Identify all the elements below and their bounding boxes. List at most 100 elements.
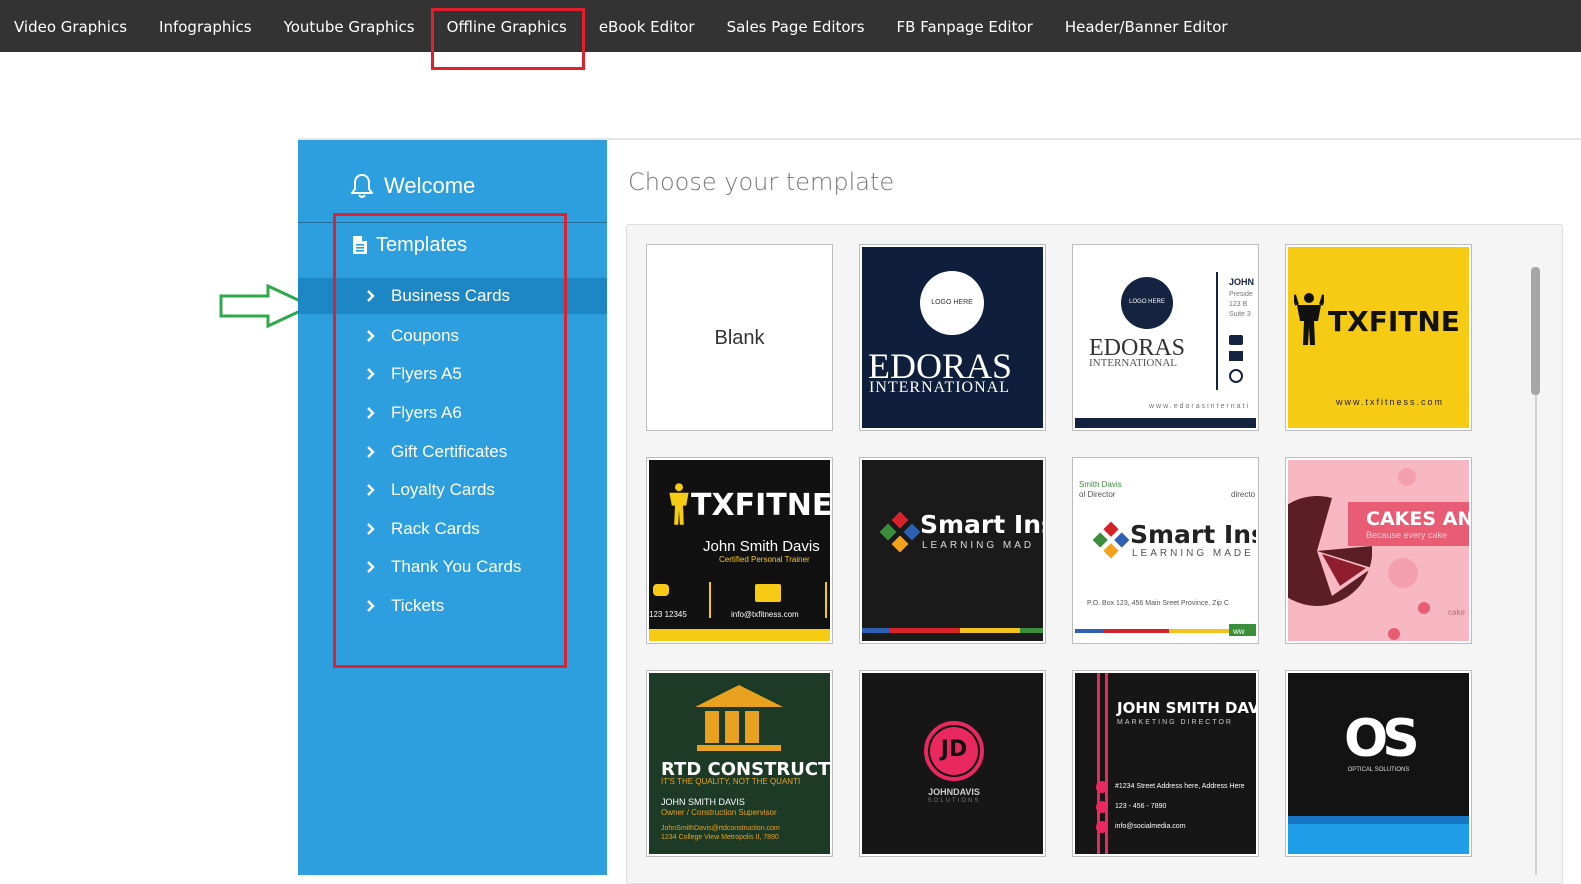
txfitness-brand: TXFITNE	[1328, 305, 1460, 338]
jsd-email: info@socialmedia.com	[1115, 823, 1186, 830]
bodybuilder-icon	[669, 483, 689, 525]
txfitness-brand: TXFITNE	[691, 488, 830, 523]
edoras-web: www.edorasinternati	[1149, 403, 1251, 410]
chevron-right-icon	[366, 483, 380, 497]
chevron-right-icon	[366, 289, 380, 303]
template-gallery: Blank LOGO HERE EDORAS INTERNATIONAL LOG…	[626, 224, 1563, 884]
smart-sub: LEARNING MAD	[922, 540, 1035, 551]
chevron-right-icon	[366, 406, 380, 420]
chevron-right-icon	[366, 522, 380, 536]
smart-person: Smith Davis	[1079, 480, 1122, 489]
nav-fb-fanpage-editor[interactable]: FB Fanpage Editor	[881, 0, 1049, 52]
txfitness-web: www.txfitness.com	[1336, 397, 1445, 407]
template-txfitness-dark[interactable]: TXFITNE John Smith Davis Certified Perso…	[646, 457, 833, 644]
sidebar-item-tickets[interactable]: Tickets	[298, 587, 607, 626]
sidebar: Welcome Templates Business Cards Coupons	[298, 140, 607, 875]
blank-label: Blank	[714, 327, 765, 349]
smart-direct: directo	[1231, 490, 1256, 499]
diamond-logo-icon	[1093, 522, 1129, 558]
txfitness-phone: 123 12345	[649, 610, 687, 619]
bell-icon	[351, 174, 373, 198]
editor-frame: Welcome Templates Business Cards Coupons	[298, 138, 1581, 884]
sidebar-item-flyers-a6[interactable]: Flyers A6	[298, 394, 607, 433]
template-edoras-dark[interactable]: LOGO HERE EDORAS INTERNATIONAL	[859, 244, 1046, 431]
smart-addr: P.O. Box 123, 456 Main Sreet Province, Z…	[1087, 600, 1229, 607]
template-content: Choose your template Blank LOGO HERE EDO…	[607, 140, 1581, 884]
sidebar-item-coupons[interactable]: Coupons	[298, 317, 607, 356]
nav-infographics[interactable]: Infographics	[143, 0, 268, 52]
sidebar-item-label: Thank You Cards	[391, 557, 522, 577]
sidebar-divider	[298, 222, 607, 223]
sidebar-item-label: Flyers A6	[391, 403, 462, 423]
edoras-person: JOHN	[1229, 277, 1255, 287]
chevron-right-icon	[366, 445, 380, 459]
nav-offline-graphics[interactable]: Offline Graphics	[430, 0, 585, 70]
nav-video-graphics[interactable]: Video Graphics	[0, 0, 143, 52]
nav-ebook-editor[interactable]: eBook Editor	[583, 0, 711, 52]
sidebar-item-label: Tickets	[391, 596, 445, 616]
sidebar-item-label: Flyers A5	[391, 364, 462, 384]
sidebar-item-label: Business Cards	[391, 286, 511, 305]
rtd-role: Owner / Construction Supervisor	[661, 808, 777, 817]
template-johndavis[interactable]: JD JOHNDAVIS SOLUTIONS	[859, 670, 1046, 857]
sidebar-item-loyalty-cards[interactable]: Loyalty Cards	[298, 471, 607, 510]
edoras-sub: INTERNATIONAL	[869, 379, 1010, 396]
txfitness-person: John Smith Davis	[703, 538, 820, 555]
jd-initials: JD	[940, 737, 968, 762]
template-optical-solutions[interactable]: OS OPTICAL SOLUTIONS	[1285, 670, 1472, 857]
sidebar-item-flyers-a5[interactable]: Flyers A5	[298, 355, 607, 394]
sidebar-welcome[interactable]: Welcome	[350, 166, 475, 206]
sidebar-item-thank-you-cards[interactable]: Thank You Cards	[298, 548, 607, 587]
diamond-logo-icon	[880, 512, 920, 552]
os-sub: OPTICAL SOLUTIONS	[1347, 767, 1410, 773]
jsd-addr: #1234 Street Address here, Address Here	[1115, 783, 1245, 790]
welcome-label: Welcome	[384, 173, 476, 198]
templates-menu: Business Cards Coupons Flyers A5 Flyers …	[298, 278, 607, 625]
template-edoras-light[interactable]: LOGO HERE EDORAS INTERNATIONAL JOHN Pres…	[1072, 244, 1259, 431]
sidebar-item-gift-certificates[interactable]: Gift Certificates	[298, 432, 607, 471]
rtd-email: JohnSmithDavis@rtdconstruction.com	[661, 825, 780, 832]
logo-placeholder: LOGO HERE	[1129, 299, 1165, 305]
scrollbar-thumb[interactable]	[1531, 267, 1540, 395]
rtd-addr: 1234 College View Metropolis II, 7890	[661, 834, 779, 841]
nav-youtube-graphics[interactable]: Youtube Graphics	[268, 0, 431, 52]
sidebar-templates[interactable]: Templates	[352, 230, 467, 260]
smart-role: ol Director	[1079, 490, 1116, 499]
document-icon	[353, 236, 367, 254]
txfitness-role: Certified Personal Trainer	[719, 555, 810, 564]
sidebar-item-label: Loyalty Cards	[391, 480, 495, 500]
cakes-tag: Because every cake	[1366, 530, 1448, 540]
edoras-role: Preside	[1229, 291, 1253, 298]
bodybuilder-icon	[1294, 293, 1324, 345]
templates-label: Templates	[376, 233, 468, 256]
smart-brand: Smart Insti	[1130, 520, 1256, 549]
template-smart-light[interactable]: Smith Davis ol Director directo Smart In…	[1072, 457, 1259, 644]
rtd-tag: IT'S THE QUALITY, NOT THE QUANTI	[661, 777, 801, 786]
building-icon	[695, 685, 783, 751]
nav-sales-page-editors[interactable]: Sales Page Editors	[711, 0, 881, 52]
edoras-sub: INTERNATIONAL	[1089, 357, 1177, 369]
template-cakes[interactable]: CAKES AN Because every cake cake	[1285, 457, 1472, 644]
nav-header-banner-editor[interactable]: Header/Banner Editor	[1049, 0, 1244, 52]
os-brand: OS	[1344, 709, 1420, 769]
sidebar-item-business-cards[interactable]: Business Cards	[298, 278, 607, 314]
txfitness-email: info@txfitness.com	[731, 610, 799, 619]
page-title: Choose your template	[628, 168, 895, 196]
sidebar-item-label: Rack Cards	[391, 518, 480, 538]
jd-sub: SOLUTIONS	[927, 798, 981, 804]
jsd-name: JOHN SMITH DAVIS	[1117, 699, 1256, 717]
template-jsd-marketing[interactable]: JOHN SMITH DAVIS MARKETING DIRECTOR #123…	[1072, 670, 1259, 857]
template-rtd-construction[interactable]: RTD CONSTRUCTIC IT'S THE QUALITY, NOT TH…	[646, 670, 833, 857]
template-txfitness-yellow[interactable]: TXFITNE www.txfitness.com	[1285, 244, 1472, 431]
cake-slice-icon	[1288, 496, 1372, 606]
cakes-brand: CAKES AN	[1366, 508, 1469, 530]
sidebar-item-rack-cards[interactable]: Rack Cards	[298, 510, 607, 549]
jsd-role: MARKETING DIRECTOR	[1117, 719, 1233, 726]
chevron-right-icon	[366, 329, 380, 343]
chevron-right-icon	[366, 367, 380, 381]
template-smart-dark[interactable]: Smart Inst LEARNING MAD	[859, 457, 1046, 644]
template-blank[interactable]: Blank	[646, 244, 833, 431]
cakes-small: cake	[1448, 608, 1465, 617]
scrollbar-track	[1535, 395, 1537, 875]
edoras-addr: 123 B	[1229, 301, 1248, 308]
